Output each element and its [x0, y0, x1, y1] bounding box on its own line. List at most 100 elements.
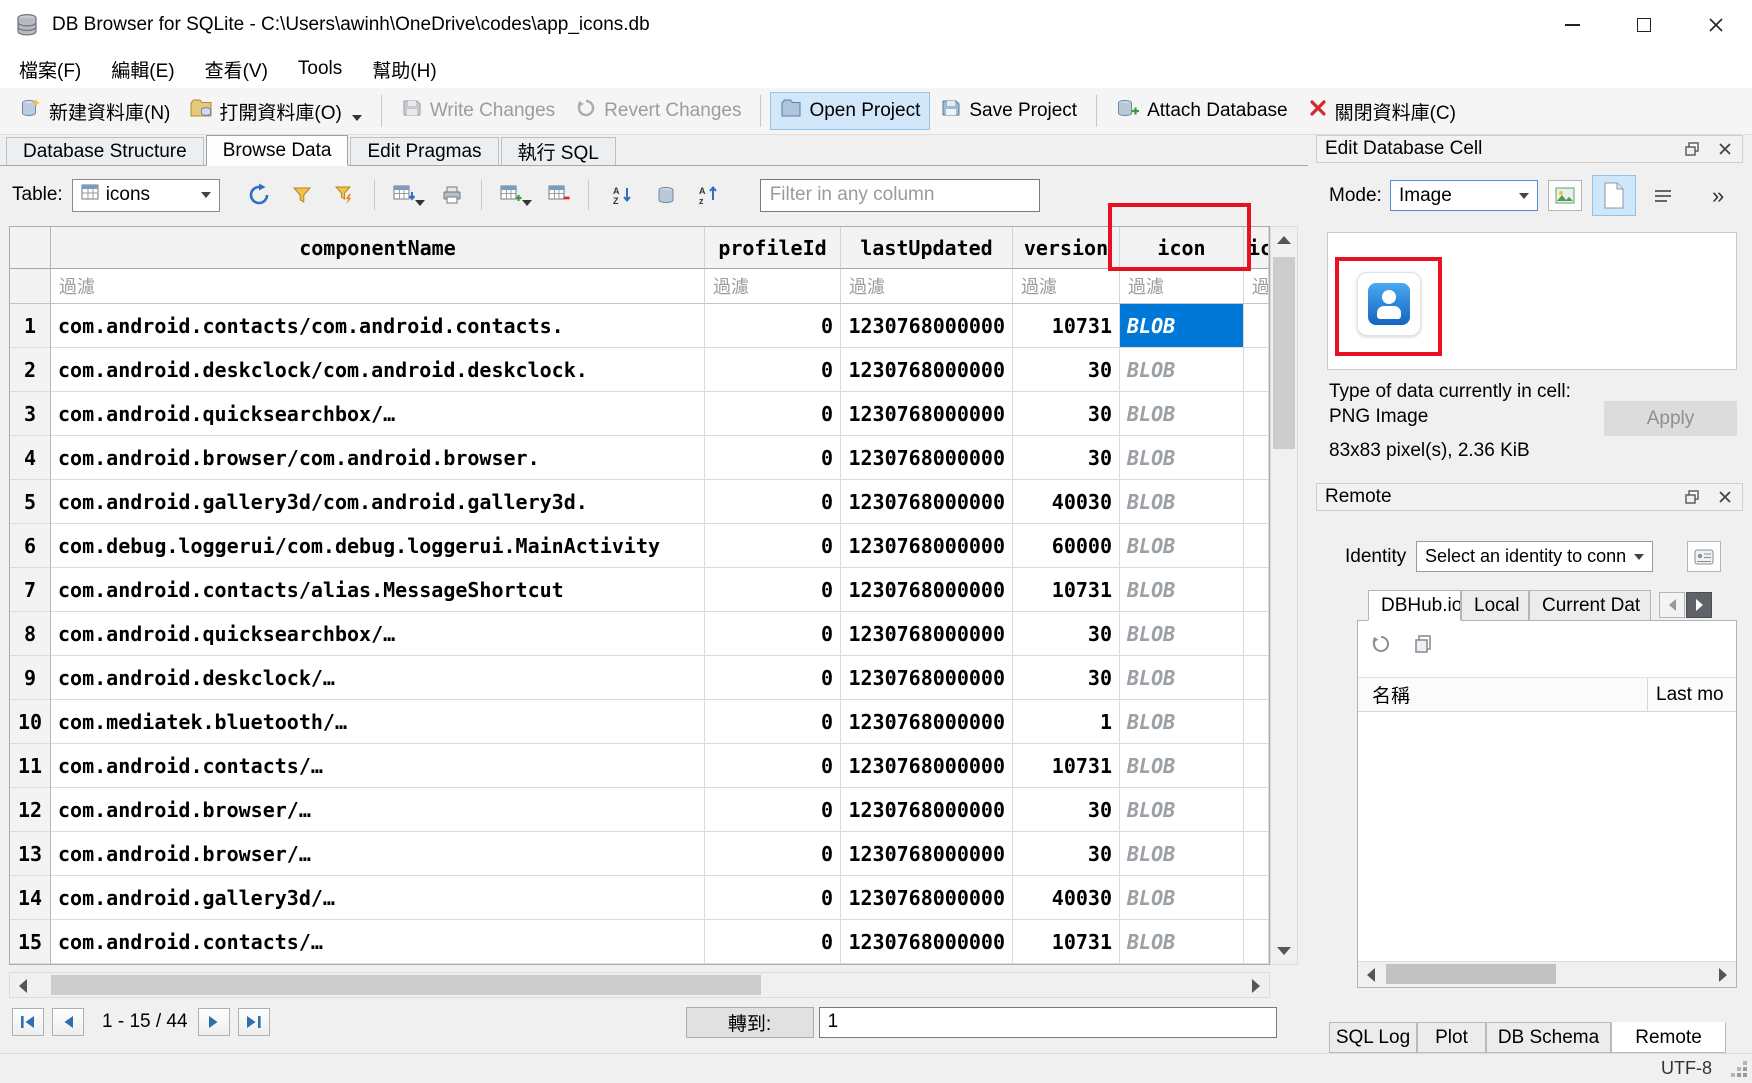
cell-version[interactable]: 1: [1013, 700, 1120, 744]
cell-componentName[interactable]: com.android.contacts/alias.MessageShortc…: [51, 568, 705, 612]
cell-profileId[interactable]: 0: [705, 480, 841, 524]
save-table-dropdown-arrow[interactable]: [415, 200, 425, 206]
cell-icon-blob[interactable]: BLOB: [1120, 436, 1244, 480]
cell-version[interactable]: 10731: [1013, 568, 1120, 612]
goto-button[interactable]: 轉到:: [686, 1007, 814, 1038]
cell-icon-blob[interactable]: BLOB: [1120, 700, 1244, 744]
text-document-button[interactable]: [1592, 175, 1636, 216]
cell-version[interactable]: 30: [1013, 392, 1120, 436]
column-header-lastUpdated[interactable]: lastUpdated: [841, 227, 1013, 269]
scroll-down-button[interactable]: [1271, 938, 1297, 964]
menu-item-edit[interactable]: 編輯(E): [96, 50, 189, 88]
save-project-button[interactable]: Save Project: [930, 92, 1087, 130]
menu-item-file[interactable]: 檔案(F): [4, 50, 96, 88]
cell-version[interactable]: 30: [1013, 612, 1120, 656]
last-record-button[interactable]: [238, 1008, 270, 1036]
row-number[interactable]: 6: [10, 524, 51, 568]
cell-version[interactable]: 40030: [1013, 480, 1120, 524]
cell-version[interactable]: 10731: [1013, 304, 1120, 348]
cell-overflow[interactable]: [1244, 920, 1269, 964]
cell-version[interactable]: 30: [1013, 348, 1120, 392]
cell-version[interactable]: 10731: [1013, 744, 1120, 788]
cell-icon-blob[interactable]: BLOB: [1120, 832, 1244, 876]
cell-lastUpdated[interactable]: 1230768000000: [841, 348, 1013, 392]
cell-overflow[interactable]: [1244, 392, 1269, 436]
filter-input-icon[interactable]: 過濾: [1120, 269, 1244, 304]
cell-profileId[interactable]: 0: [705, 920, 841, 964]
goto-record-input[interactable]: [819, 1007, 1277, 1038]
dock-tab-db-schema[interactable]: DB Schema: [1486, 1022, 1611, 1053]
row-number[interactable]: 9: [10, 656, 51, 700]
cell-version[interactable]: 40030: [1013, 876, 1120, 920]
cell-profileId[interactable]: 0: [705, 700, 841, 744]
cell-profileId[interactable]: 0: [705, 436, 841, 480]
cell-lastUpdated[interactable]: 1230768000000: [841, 304, 1013, 348]
cell-lastUpdated[interactable]: 1230768000000: [841, 480, 1013, 524]
row-number[interactable]: 1: [10, 304, 51, 348]
table-options-button[interactable]: [647, 178, 685, 213]
row-number[interactable]: 7: [10, 568, 51, 612]
cell-lastUpdated[interactable]: 1230768000000: [841, 392, 1013, 436]
cell-componentName[interactable]: com.debug.loggerui/com.debug.loggerui.Ma…: [51, 524, 705, 568]
cell-icon-blob[interactable]: BLOB: [1120, 744, 1244, 788]
cell-lastUpdated[interactable]: 1230768000000: [841, 656, 1013, 700]
cell-profileId[interactable]: 0: [705, 612, 841, 656]
cell-lastUpdated[interactable]: 1230768000000: [841, 832, 1013, 876]
cell-lastUpdated[interactable]: 1230768000000: [841, 920, 1013, 964]
cell-icon-blob[interactable]: BLOB: [1120, 524, 1244, 568]
encoding-label[interactable]: UTF-8: [1661, 1058, 1712, 1079]
cell-profileId[interactable]: 0: [705, 744, 841, 788]
cell-icon-blob[interactable]: BLOB: [1120, 304, 1244, 348]
cell-profileId[interactable]: 0: [705, 348, 841, 392]
filter-input-componentName[interactable]: 過濾: [51, 269, 705, 304]
scroll-right-button[interactable]: [1710, 962, 1736, 988]
cell-version[interactable]: 60000: [1013, 524, 1120, 568]
sort-descending-button[interactable]: Az: [690, 178, 728, 213]
vertical-scroll-thumb[interactable]: [1273, 257, 1295, 449]
cell-componentName[interactable]: com.android.browser/…: [51, 832, 705, 876]
resize-grip[interactable]: [1743, 1073, 1747, 1077]
cell-componentName[interactable]: com.android.gallery3d/…: [51, 876, 705, 920]
cell-version[interactable]: 10731: [1013, 920, 1120, 964]
cell-icon-blob[interactable]: BLOB: [1120, 392, 1244, 436]
delete-record-button[interactable]: [540, 178, 578, 213]
cell-icon-blob[interactable]: BLOB: [1120, 480, 1244, 524]
tab-browse-data[interactable]: Browse Data: [206, 135, 349, 166]
cell-overflow[interactable]: [1244, 480, 1269, 524]
row-number[interactable]: 8: [10, 612, 51, 656]
grid-vertical-scrollbar[interactable]: [1270, 226, 1298, 965]
row-number[interactable]: 14: [10, 876, 51, 920]
dock-tab-plot[interactable]: Plot: [1417, 1022, 1486, 1053]
close-panel-button[interactable]: [1716, 488, 1734, 506]
cell-overflow[interactable]: [1244, 524, 1269, 568]
cell-componentName[interactable]: com.mediatek.bluetooth/…: [51, 700, 705, 744]
float-panel-button[interactable]: [1683, 140, 1701, 158]
cell-componentName[interactable]: com.android.contacts/…: [51, 744, 705, 788]
scroll-left-button[interactable]: [1358, 962, 1384, 988]
row-number[interactable]: 15: [10, 920, 51, 964]
word-wrap-button[interactable]: [1646, 180, 1680, 211]
cell-icon-blob[interactable]: BLOB: [1120, 920, 1244, 964]
apply-button[interactable]: Apply: [1604, 401, 1737, 436]
grid-horizontal-scrollbar[interactable]: [9, 972, 1270, 998]
maximize-button[interactable]: [1608, 0, 1680, 50]
revert-changes-button[interactable]: Revert Changes: [565, 92, 751, 130]
remote-tab-dbhub[interactable]: DBHub.io: [1368, 590, 1461, 621]
menu-item-view[interactable]: 查看(V): [190, 50, 283, 88]
open-project-button[interactable]: Open Project: [770, 92, 930, 130]
column-header-version[interactable]: version: [1013, 227, 1120, 269]
cell-icon-blob[interactable]: BLOB: [1120, 656, 1244, 700]
cell-profileId[interactable]: 0: [705, 568, 841, 612]
remote-tab-local[interactable]: Local: [1461, 590, 1529, 621]
cell-version[interactable]: 30: [1013, 832, 1120, 876]
column-header-profileId[interactable]: profileId: [705, 227, 841, 269]
remote-column-name[interactable]: 名稱: [1358, 678, 1648, 711]
image-mode-button[interactable]: [1548, 180, 1582, 211]
cell-version[interactable]: 30: [1013, 436, 1120, 480]
tab-scroll-left-button[interactable]: [1659, 592, 1685, 618]
cell-icon-blob[interactable]: BLOB: [1120, 612, 1244, 656]
cell-componentName[interactable]: com.android.deskclock/…: [51, 656, 705, 700]
row-number[interactable]: 10: [10, 700, 51, 744]
mode-select[interactable]: Image: [1390, 180, 1538, 211]
cell-icon-blob[interactable]: BLOB: [1120, 876, 1244, 920]
